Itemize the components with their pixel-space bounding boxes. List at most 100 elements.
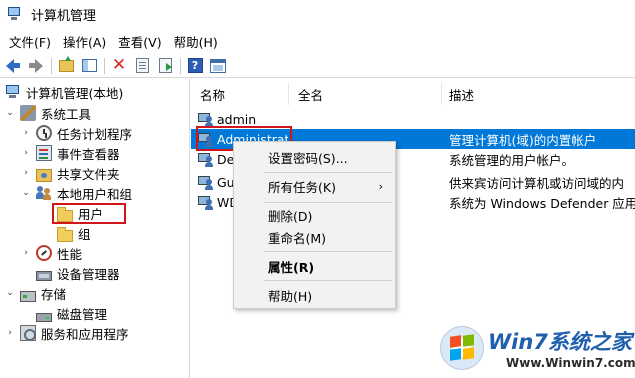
column-divider[interactable] <box>441 83 442 105</box>
chevron-right-icon[interactable]: › <box>21 248 31 258</box>
tree-item-storage[interactable]: ⌄ 存储 <box>5 283 66 303</box>
storage-icon <box>20 290 36 302</box>
column-header-name[interactable]: 名称 <box>200 79 225 109</box>
title-bar: 计算机管理 <box>0 0 635 28</box>
shared-folder-icon <box>36 168 52 182</box>
context-menu-help[interactable]: 帮助(H) <box>234 284 395 306</box>
tree-item-event-viewer[interactable]: › 事件查看器 <box>21 143 120 163</box>
up-level-button[interactable] <box>56 55 76 76</box>
show-hide-tree-button[interactable] <box>79 56 99 76</box>
user-name: admin <box>217 111 257 127</box>
disk-icon <box>36 312 52 322</box>
toolbar-separator <box>51 57 52 74</box>
menu-separator <box>264 280 392 281</box>
tree-item-groups[interactable]: 组 <box>57 223 91 243</box>
menu-item-label: 设置密码(S)... <box>268 150 348 166</box>
tree-item-label: 共享文件夹 <box>57 166 120 182</box>
menu-view[interactable]: 查看(V) <box>112 32 167 51</box>
windows-logo-icon <box>440 326 484 370</box>
user-description: 管理计算机(域)的内置帐户 <box>449 132 597 148</box>
tree-item-root[interactable]: 计算机管理(本地) <box>5 82 123 102</box>
column-header-description[interactable]: 描述 <box>449 79 474 109</box>
tools-icon <box>20 105 36 121</box>
tree-item-local-users-groups[interactable]: ⌄ 本地用户和组 <box>21 183 132 203</box>
navigation-tree: 计算机管理(本地) ⌄ 系统工具 › 任务计划程序 › 事件查看器 › 共享文件… <box>0 79 190 378</box>
menu-help[interactable]: 帮助(H) <box>168 32 224 51</box>
clock-icon <box>36 125 52 141</box>
tree-item-device-manager[interactable]: 设备管理器 <box>36 263 120 283</box>
tree-item-task-scheduler[interactable]: › 任务计划程序 <box>21 123 132 143</box>
show-hide-action-pane-icon <box>210 58 226 73</box>
chevron-right-icon[interactable]: › <box>21 128 31 138</box>
device-manager-icon <box>36 271 52 281</box>
computer-management-window: 计算机管理 文件(F) 操作(A) 查看(V) 帮助(H) ✕ ? 计算机管理(… <box>0 0 635 378</box>
performance-icon <box>36 245 52 261</box>
help-icon: ? <box>187 58 203 73</box>
site-watermark: Win7系统之家 Www.Winwin7.com <box>440 324 635 378</box>
show-hide-action-pane-button[interactable] <box>208 56 228 76</box>
back-arrow-icon <box>6 58 20 73</box>
chevron-down-icon[interactable]: ⌄ <box>21 188 31 198</box>
users-group-icon <box>36 185 52 201</box>
tree-item-services-apps[interactable]: › 服务和应用程序 <box>5 323 129 343</box>
submenu-arrow-icon: › <box>378 179 383 193</box>
tree-item-label: 本地用户和组 <box>57 186 133 202</box>
menu-separator <box>264 251 392 252</box>
export-list-button[interactable] <box>155 56 175 76</box>
menu-action[interactable]: 操作(A) <box>57 32 112 51</box>
computer-management-icon <box>7 7 23 21</box>
user-description: 供来宾访问计算机或访问域的内 <box>449 175 625 191</box>
back-button[interactable] <box>3 56 23 76</box>
chevron-right-icon[interactable]: › <box>21 168 31 178</box>
user-description <box>449 109 635 129</box>
context-menu-properties[interactable]: 属性(R) <box>234 255 395 277</box>
forward-button[interactable] <box>26 56 46 76</box>
services-icon <box>20 325 36 341</box>
tree-item-performance[interactable]: › 性能 <box>21 243 82 263</box>
tree-item-label: 计算机管理(本地) <box>26 85 124 101</box>
user-fullname <box>298 109 438 129</box>
window-title: 计算机管理 <box>31 8 97 24</box>
properties-button[interactable] <box>132 56 152 76</box>
menu-item-label: 删除(D) <box>268 208 313 224</box>
column-divider[interactable] <box>288 83 289 105</box>
toolbar: ✕ ? <box>0 54 635 78</box>
user-account-icon <box>198 111 214 127</box>
delete-icon: ✕ <box>111 55 127 75</box>
event-log-icon <box>36 145 52 161</box>
chevron-down-icon[interactable]: ⌄ <box>5 288 15 298</box>
tree-item-system-tools[interactable]: ⌄ 系统工具 <box>5 103 91 123</box>
user-account-icon <box>198 194 214 210</box>
tree-item-label: 事件查看器 <box>57 146 120 162</box>
user-description: 系统管理的用户帐户。 <box>449 152 575 168</box>
watermark-url: Www.Winwin7.com <box>506 356 635 370</box>
help-button[interactable]: ? <box>185 56 205 76</box>
menu-separator <box>264 202 392 203</box>
toolbar-separator <box>180 57 181 74</box>
highlight-box-users <box>52 203 126 224</box>
chevron-down-icon[interactable]: ⌄ <box>5 108 15 118</box>
tree-item-label: 性能 <box>57 246 83 262</box>
chevron-right-icon[interactable]: › <box>5 328 15 338</box>
context-menu-set-password[interactable]: 设置密码(S)... <box>234 146 395 168</box>
tree-item-label: 存储 <box>41 286 67 302</box>
menu-item-label: 帮助(H) <box>268 288 313 304</box>
menu-file[interactable]: 文件(F) <box>3 32 57 51</box>
tree-item-shared-folders[interactable]: › 共享文件夹 <box>21 163 120 183</box>
tree-item-label: 组 <box>78 226 91 242</box>
context-menu-rename[interactable]: 重命名(M) <box>234 226 395 248</box>
context-menu-all-tasks[interactable]: 所有任务(K) › <box>234 175 395 197</box>
delete-button[interactable]: ✕ <box>109 56 129 76</box>
properties-icon <box>135 58 149 73</box>
tree-item-label: 服务和应用程序 <box>41 326 129 342</box>
forward-arrow-icon <box>29 58 43 73</box>
tree-item-disk-management[interactable]: 磁盘管理 <box>36 303 107 323</box>
context-menu: 设置密码(S)... 所有任务(K) › 删除(D) 重命名(M) 属性(R) … <box>233 141 396 309</box>
column-header-fullname[interactable]: 全名 <box>298 79 323 109</box>
context-menu-delete[interactable]: 删除(D) <box>234 204 395 226</box>
export-list-icon <box>158 58 172 73</box>
tree-item-label: 设备管理器 <box>57 266 120 282</box>
watermark-title: Win7系统之家 <box>488 330 632 354</box>
chevron-right-icon[interactable]: › <box>21 148 31 158</box>
menu-separator <box>264 172 392 173</box>
